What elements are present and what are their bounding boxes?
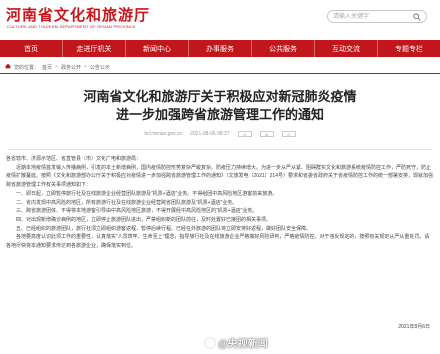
article-body: 各省辖市、济源示范区、省直管县（市）文化广电和旅游局： 近期本地疫情首发输入传播… xyxy=(6,155,434,251)
article-title: 河南省文化和旅游厅关于积极应对新冠肺炎疫情 进一步加强跨省旅游管理工作的通知 xyxy=(0,88,440,124)
article-meta: hct.henan.gov.cn 2021-08-06 08:37 A ▤ ◎ xyxy=(0,131,440,137)
article-title-line2: 进一步加强跨省旅游管理工作的通知 xyxy=(115,107,324,122)
breadcrumb-announcements[interactable]: 公告公示 xyxy=(90,64,110,71)
nav-about[interactable]: 走进厅机关 xyxy=(63,40,126,57)
article-paragraph: 近期本地疫情首发输入传播病例，引发的本土新增病例，国内疫情防控形势复杂严峻复杂。… xyxy=(6,164,433,189)
nav-topics[interactable]: 专题专栏 xyxy=(378,40,440,57)
nav-home[interactable]: 首页 xyxy=(0,40,63,57)
nav-services[interactable]: 办事服务 xyxy=(189,40,252,57)
font-size-icon[interactable]: A xyxy=(237,131,252,137)
site-header: 河南省文化和旅游厅 CULTURE AND TOURISM DEPARTMENT… xyxy=(0,0,440,40)
meta-divider xyxy=(8,149,432,150)
home-icon xyxy=(5,63,11,71)
article-source: hct.henan.gov.cn xyxy=(144,131,183,137)
watermark: @央视新闻 xyxy=(205,335,268,350)
search-icon[interactable] xyxy=(412,12,422,22)
breadcrumb-gov-affairs[interactable]: 政务公开 xyxy=(61,64,81,71)
main-nav: 首页 走进厅机关 新闻中心 办事服务 公共服务 互动交流 专题专栏 xyxy=(0,40,440,57)
search-input[interactable] xyxy=(333,12,403,21)
article-paragraph: 各地要高度认识此项工作的重要性，认真落实“人员筑牢、生命至上”理念，指导旅行社及… xyxy=(6,234,430,250)
breadcrumb-separator: > xyxy=(83,64,87,70)
article-recipient: 各省辖市、济源示范区、省直管县（市）文化广电和旅游局： xyxy=(6,156,142,162)
breadcrumb-divider xyxy=(0,73,440,74)
nav-public-services[interactable]: 公共服务 xyxy=(252,40,315,57)
share-icon[interactable]: ◎ xyxy=(281,131,296,137)
watermark-text: @央视新闻 xyxy=(218,339,268,350)
article-date: 2021年8月6日 xyxy=(398,324,430,330)
breadcrumb-separator: > xyxy=(55,64,58,70)
article-item: 五、已经组织的旅游团队，旅行社须立即组织游客返程，暂停后续行程。已经在外旅游的团… xyxy=(16,225,312,232)
weibo-icon xyxy=(205,337,215,348)
site-logo-subtitle: CULTURE AND TOURISM DEPARTMENT OF HENAN … xyxy=(7,24,136,29)
article-item: 一、即日起，立即暂停旅行社及在线旅游企业经营团队旅游及“机票+酒店”业务。不得组… xyxy=(16,190,278,197)
site-logo-title[interactable]: 河南省文化和旅游厅 xyxy=(6,4,150,25)
article-item: 二、省内发现中高风险的地区，所有旅游行社及在线旅游企业经营跨省团队旅游及“机票+… xyxy=(16,199,238,206)
article-datetime: 2021-08-06 08:37 xyxy=(190,131,230,137)
breadcrumb-label: 您的位置： xyxy=(14,64,40,71)
search-box xyxy=(327,10,427,23)
print-icon[interactable]: ▤ xyxy=(259,131,274,137)
nav-interaction[interactable]: 互动交流 xyxy=(315,40,378,57)
article-item: 四、对出现新增确诊病例的地区，立即停止旅游团队进出，严禁组织新的团队前往，及时处… xyxy=(16,216,272,223)
nav-news[interactable]: 新闻中心 xyxy=(126,40,189,57)
breadcrumb-home[interactable]: 首页 xyxy=(42,64,52,71)
article-item: 三、跨省旅游团体、不得将本地游客引导由中高风险地区旅游，不得开展经中高风险地区的… xyxy=(16,208,258,215)
breadcrumb: 您的位置： 首页 > 政务公开 > 公告公示 xyxy=(5,63,110,71)
article-title-line1: 河南省文化和旅游厅关于积极应对新冠肺炎疫情 xyxy=(83,89,357,104)
